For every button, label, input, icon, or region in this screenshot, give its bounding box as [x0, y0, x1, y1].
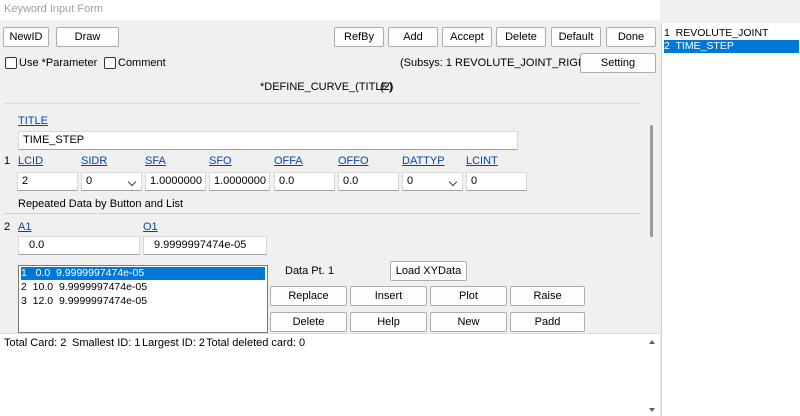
section-divider [4, 213, 640, 214]
total-card-status: Total Card: 2 [4, 337, 67, 349]
chevron-down-icon [127, 177, 137, 187]
plot-button[interactable]: Plot [430, 286, 507, 306]
scroll-down-icon[interactable] [649, 408, 655, 412]
comment-checkbox[interactable] [104, 57, 116, 69]
load-xydata-button[interactable]: Load XYData [390, 261, 467, 281]
setting-button[interactable]: Setting [580, 53, 656, 73]
list-item[interactable]: 2 10.0 9.9999997474e-05 [21, 281, 265, 294]
dattyp-value: 0 [407, 175, 414, 187]
form-scrollbar[interactable] [645, 105, 658, 331]
sfo-input[interactable]: 1.0000000 [209, 172, 270, 191]
sidr-value: 0 [86, 175, 93, 187]
a1-input[interactable]: 0.0 [18, 236, 140, 255]
draw-button[interactable]: Draw [56, 27, 119, 47]
keyword-input-form-window: { "window": { "title": "Keyword Input Fo… [0, 0, 800, 416]
default-button[interactable]: Default [551, 27, 601, 47]
card-1-index: 1 [4, 155, 11, 167]
smallest-id-status: Smallest ID: 1 [72, 337, 141, 349]
keyword-list-panel: 1 REVOLUTE_JOINT 2 TIME_STEP [661, 23, 800, 416]
largest-id-status: Largest ID: 2 [142, 337, 205, 349]
offa-input[interactable]: 0.0 [274, 172, 335, 191]
total-deleted-status: Total deleted card: 0 [206, 337, 306, 349]
repeated-data-heading: Repeated Data by Button and List [18, 198, 184, 210]
refby-button[interactable]: RefBy [334, 27, 384, 47]
status-scrollbar[interactable] [645, 336, 658, 416]
replace-button[interactable]: Replace [270, 286, 347, 306]
title-input[interactable]: TIME_STEP [18, 131, 518, 150]
new-button[interactable]: New [430, 312, 507, 332]
delete-point-button[interactable]: Delete [270, 312, 347, 332]
offa-label[interactable]: OFFA [274, 155, 303, 167]
sidr-label[interactable]: SIDR [81, 155, 107, 167]
keyword-list-item[interactable]: 1 REVOLUTE_JOINT [664, 27, 799, 40]
a1-label[interactable]: A1 [18, 221, 31, 233]
title-field-label[interactable]: TITLE [18, 115, 48, 127]
keyword-heading: *DEFINE_CURVE_(TITLE) [260, 81, 393, 93]
use-parameter-checkbox[interactable] [5, 57, 17, 69]
data-point-label: Data Pt. [285, 265, 325, 277]
offo-input[interactable]: 0.0 [338, 172, 399, 191]
lcint-input[interactable]: 0 [466, 172, 527, 191]
window-title: Keyword Input Form [4, 3, 104, 15]
sidr-select[interactable]: 0 [81, 172, 142, 191]
help-button[interactable]: Help [350, 312, 427, 332]
status-panel: Total Card: 2 Smallest ID: 1 Largest ID:… [0, 333, 660, 416]
use-parameter-label: Use *Parameter [19, 57, 98, 69]
comment-label: Comment [118, 57, 166, 69]
lcid-label[interactable]: LCID [18, 155, 43, 167]
delete-button[interactable]: Delete [496, 27, 546, 47]
data-points-list[interactable]: 1 0.0 9.9999997474e-05 2 10.0 9.99999974… [18, 265, 268, 333]
list-item[interactable]: 3 12.0 9.9999997474e-05 [21, 295, 265, 308]
keyword-list-item[interactable]: 2 TIME_STEP [664, 40, 799, 53]
o1-label[interactable]: O1 [143, 221, 158, 233]
accept-button[interactable]: Accept [442, 27, 492, 47]
scroll-up-icon[interactable] [649, 340, 655, 344]
data-point-value: 1 [328, 265, 335, 277]
sfa-label[interactable]: SFA [145, 155, 166, 167]
title-bar: Keyword Input Form [0, 0, 660, 20]
offo-label[interactable]: OFFO [338, 155, 369, 167]
newid-button[interactable]: NewID [3, 27, 49, 47]
dattyp-label[interactable]: DATTYP [402, 155, 445, 167]
done-button[interactable]: Done [606, 27, 656, 47]
sfo-label[interactable]: SFO [209, 155, 232, 167]
lcint-label[interactable]: LCINT [466, 155, 498, 167]
raise-button[interactable]: Raise [510, 286, 585, 306]
dattyp-select[interactable]: 0 [402, 172, 463, 191]
padd-button[interactable]: Padd [510, 312, 585, 332]
o1-input[interactable]: 9.9999997474e-05 [143, 236, 267, 255]
lcid-input[interactable]: 2 [17, 172, 78, 191]
list-item[interactable]: 1 0.0 9.9999997474e-05 [21, 267, 265, 280]
insert-button[interactable]: Insert [350, 286, 427, 306]
card-2-index: 2 [4, 221, 11, 233]
chevron-down-icon [448, 177, 458, 187]
subsys-label: (Subsys: 1 REVOLUTE_JOINT_RIGID.k) [400, 57, 602, 69]
sfa-input[interactable]: 1.0000000 [145, 172, 206, 191]
scrollbar-thumb[interactable] [650, 125, 653, 237]
keyword-count: (2) [380, 81, 394, 93]
add-button[interactable]: Add [388, 27, 438, 47]
